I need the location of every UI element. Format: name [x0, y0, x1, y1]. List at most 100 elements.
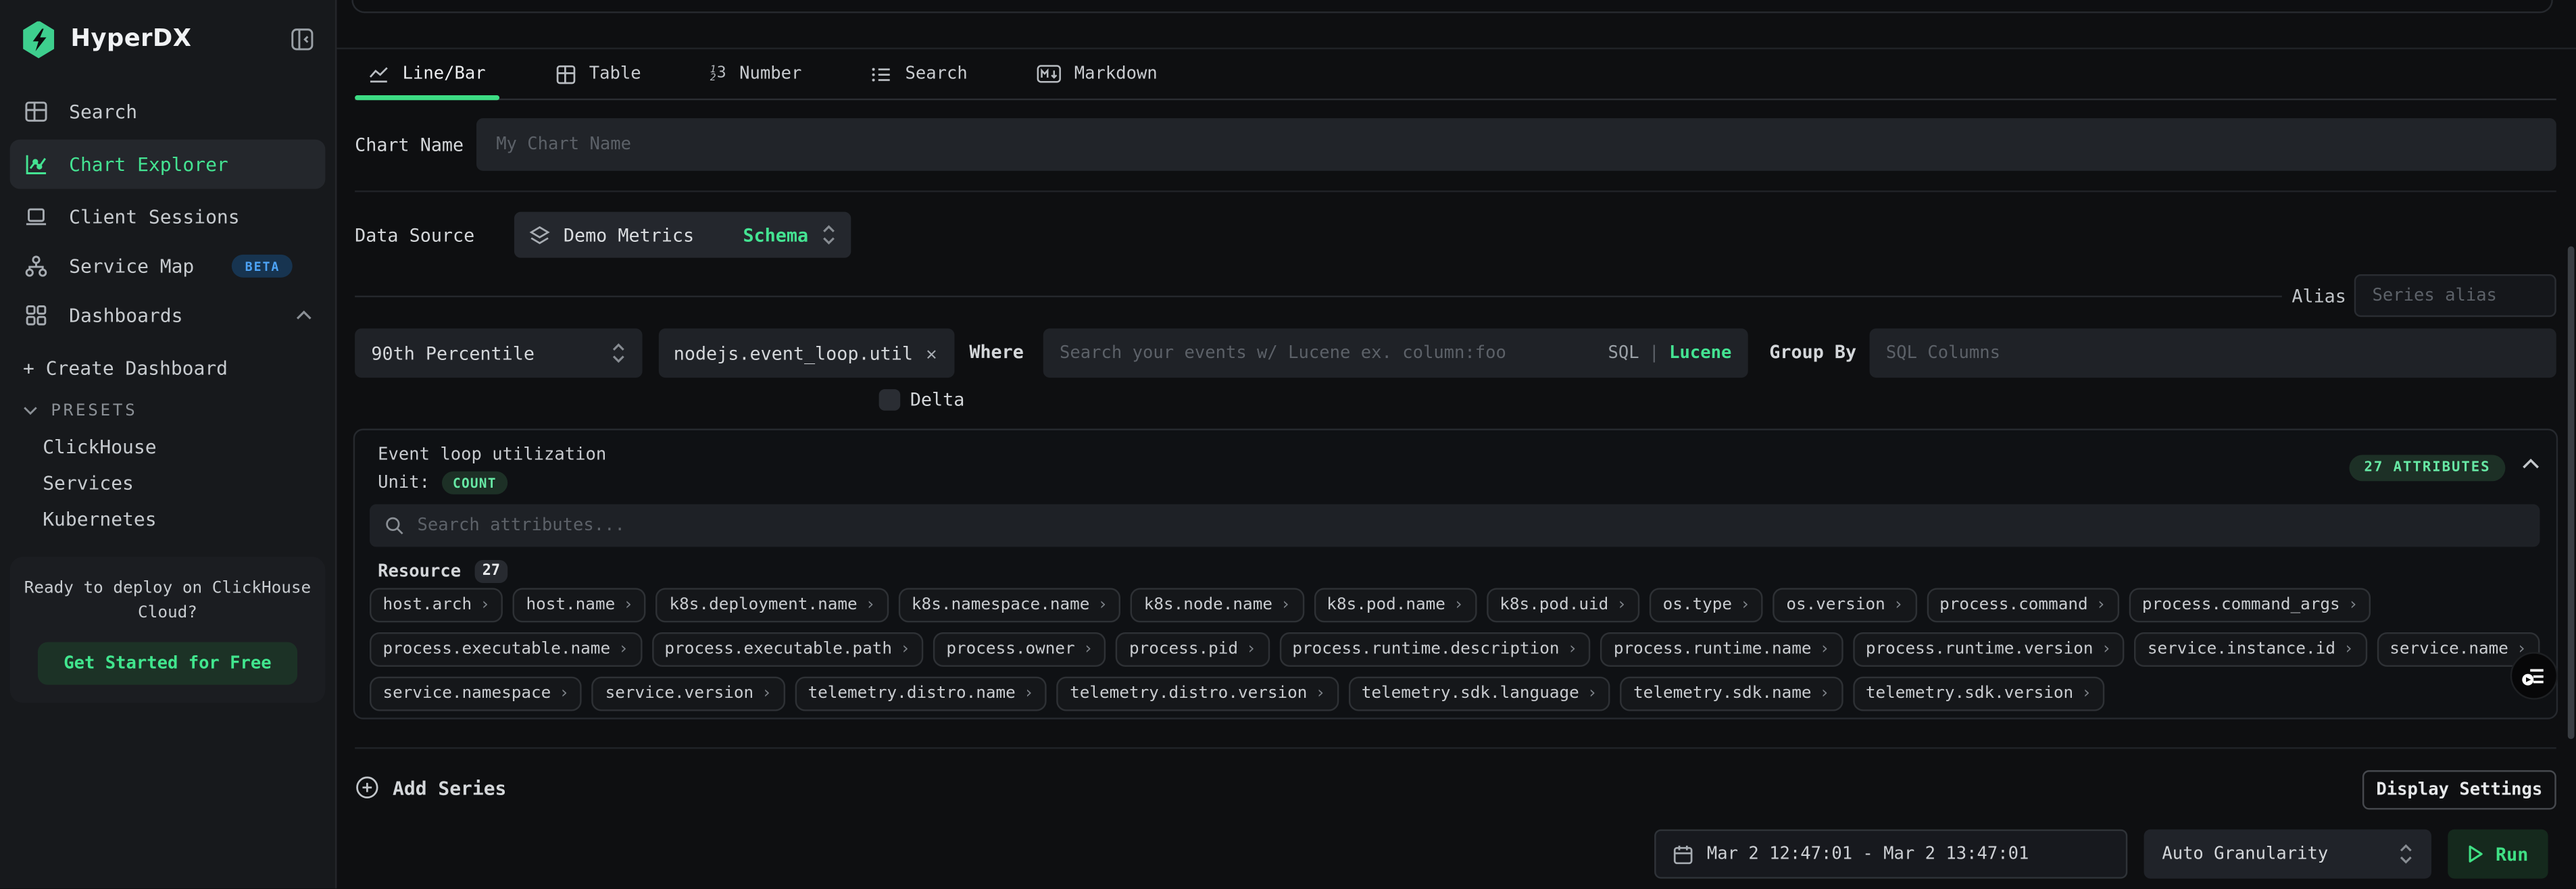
lucene-option[interactable]: Lucene [1669, 343, 1731, 363]
attribute-chip[interactable]: k8s.namespace.name› [898, 588, 1120, 622]
display-settings-button[interactable]: Display Settings [2362, 770, 2556, 809]
time-range-picker[interactable]: Mar 2 12:47:01 - Mar 2 13:47:01 [1654, 830, 2127, 879]
preset-item-kubernetes[interactable]: Kubernetes [0, 501, 335, 536]
attribute-chip[interactable]: process.runtime.description› [1279, 632, 1591, 667]
attribute-chip[interactable]: service.version› [592, 677, 785, 711]
attribute-chip[interactable]: k8s.node.name› [1131, 588, 1304, 622]
attribute-chip[interactable]: process.owner› [933, 632, 1106, 667]
sidebar-item-service-map[interactable]: Service Map BETA [0, 241, 335, 290]
layers-icon [529, 224, 551, 246]
chevron-right-icon: › [1024, 685, 1034, 703]
attribute-search-input[interactable] [417, 515, 2525, 535]
where-label: Where [969, 342, 1024, 363]
aggregation-select[interactable]: 90th Percentile [355, 328, 642, 378]
attribute-chip[interactable]: telemetry.distro.name › [795, 677, 1047, 711]
sidebar-item-chart-explorer[interactable]: Chart Explorer [10, 140, 326, 189]
alias-input[interactable] [2373, 286, 2539, 305]
sidebar-item-client-sessions[interactable]: Client Sessions [0, 192, 335, 241]
chart-name-input[interactable] [496, 134, 2536, 154]
attribute-chip[interactable]: process.pid› [1116, 632, 1270, 667]
feedback-widget-button[interactable] [2510, 652, 2558, 700]
sidebar-collapse-icon[interactable] [291, 28, 314, 51]
attribute-chip-label: telemetry.distro.name [808, 685, 1015, 703]
data-source-select[interactable]: Demo Metrics Schema [514, 212, 851, 258]
attribute-chip[interactable]: telemetry.sdk.language› [1348, 677, 1610, 711]
schema-link[interactable]: Schema [743, 224, 808, 246]
attribute-chip-label: os.type [1663, 596, 1732, 614]
sidebar-item-dashboards[interactable]: Dashboards [0, 290, 335, 340]
chart-preview-edge [351, 0, 2553, 13]
chevron-right-icon: › [618, 640, 628, 659]
attribute-chip[interactable]: service.instance.id› [2134, 632, 2367, 667]
chevron-up-icon[interactable] [2522, 458, 2540, 469]
attribute-chip-label: service.namespace [382, 685, 551, 703]
sql-option[interactable]: SQL [1608, 343, 1639, 363]
preset-item-label: Kubernetes [43, 507, 156, 530]
attribute-chip-label: service.instance.id [2148, 640, 2335, 659]
chart-name-input-shell [476, 118, 2556, 171]
attribute-chip-label: host.name [526, 596, 615, 614]
attribute-chip[interactable]: telemetry.distro.version› [1057, 677, 1339, 711]
attribute-chip[interactable]: host.name› [513, 588, 646, 622]
where-input-shell: SQL | Lucene [1043, 328, 1748, 378]
preset-item-services[interactable]: Services [0, 465, 335, 501]
tab-line-bar[interactable]: Line/Bar [355, 49, 499, 99]
tab-number[interactable]: 123 Number [697, 49, 815, 99]
attribute-chip[interactable]: telemetry.sdk.version› [1852, 677, 2104, 711]
attribute-chip[interactable]: os.version› [1773, 588, 1916, 622]
attribute-chip[interactable]: process.runtime.name› [1600, 632, 1842, 667]
attribute-chip[interactable]: k8s.pod.uid› [1487, 588, 1640, 622]
attribute-chip-label: process.executable.path [664, 640, 892, 659]
run-button[interactable]: Run [2448, 830, 2548, 879]
add-series-button[interactable]: Add Series [355, 775, 506, 799]
presets-header[interactable]: PRESETS [0, 392, 335, 428]
chevron-right-icon: › [1454, 596, 1464, 614]
metric-field-chip[interactable]: nodejs.event_loop.util ✕ [659, 328, 955, 378]
delta-checkbox[interactable] [879, 389, 901, 411]
sidebar-item-label: Service Map [69, 255, 194, 278]
chevron-up-icon [296, 310, 312, 320]
query-language-toggle[interactable]: SQL | Lucene [1608, 343, 1731, 363]
attribute-chip-label: os.version [1786, 596, 1885, 614]
close-icon[interactable]: ✕ [926, 342, 937, 364]
tab-label: Table [589, 64, 641, 84]
attribute-chip[interactable]: process.command_args› [2129, 588, 2371, 622]
chevron-right-icon: › [559, 685, 569, 703]
main-content: Line/Bar Table 123 Number [337, 0, 2576, 889]
group-by-input[interactable] [1886, 343, 2540, 363]
attribute-chip[interactable]: k8s.pod.name › [1314, 588, 1477, 622]
attribute-chip[interactable]: process.executable.name› [370, 632, 641, 667]
attribute-chip[interactable]: process.executable.path› [651, 632, 923, 667]
display-settings-label: Display Settings [2376, 780, 2542, 800]
tab-markdown[interactable]: Markdown [1023, 49, 1170, 99]
attribute-chip[interactable]: k8s.deployment.name› [656, 588, 889, 622]
attribute-chip-label: service.name [2389, 640, 2508, 659]
where-search-input[interactable] [1060, 343, 1598, 363]
plus-circle-icon [355, 775, 379, 799]
attribute-chip-label: k8s.pod.name [1327, 596, 1445, 614]
attribute-chip[interactable]: service.namespace › [370, 677, 583, 711]
divider [355, 747, 2556, 748]
get-started-label: Get Started for Free [64, 654, 271, 674]
data-source-row: Data Source Demo Metrics Schema [337, 212, 2576, 258]
create-dashboard-button[interactable]: + Create Dashboard [0, 350, 335, 386]
granularity-select[interactable]: Auto Granularity [2144, 830, 2431, 879]
tab-table[interactable]: Table [541, 49, 654, 99]
chevron-right-icon: › [1281, 596, 1291, 614]
sidebar-item-label: Chart Explorer [69, 153, 228, 176]
attribute-chip[interactable]: process.runtime.version› [1852, 632, 2124, 667]
attribute-chip-label: process.command_args [2142, 596, 2340, 614]
run-label: Run [2496, 843, 2528, 865]
get-started-button[interactable]: Get Started for Free [38, 642, 297, 685]
attribute-chip[interactable]: telemetry.sdk.name› [1620, 677, 1843, 711]
unit-label: Unit: [378, 473, 430, 492]
attribute-chip[interactable]: os.type› [1650, 588, 1763, 622]
attribute-chip[interactable]: host.arch› [370, 588, 503, 622]
number-123-icon: 123 [710, 65, 726, 83]
tab-search[interactable]: Search [858, 49, 981, 99]
sidebar-item-search[interactable]: Search [0, 87, 335, 136]
data-source-value: Demo Metrics [564, 224, 694, 246]
vertical-scrollbar[interactable] [2568, 247, 2575, 739]
preset-item-clickhouse[interactable]: ClickHouse [0, 429, 335, 465]
attribute-chip[interactable]: process.command› [1927, 588, 2119, 622]
